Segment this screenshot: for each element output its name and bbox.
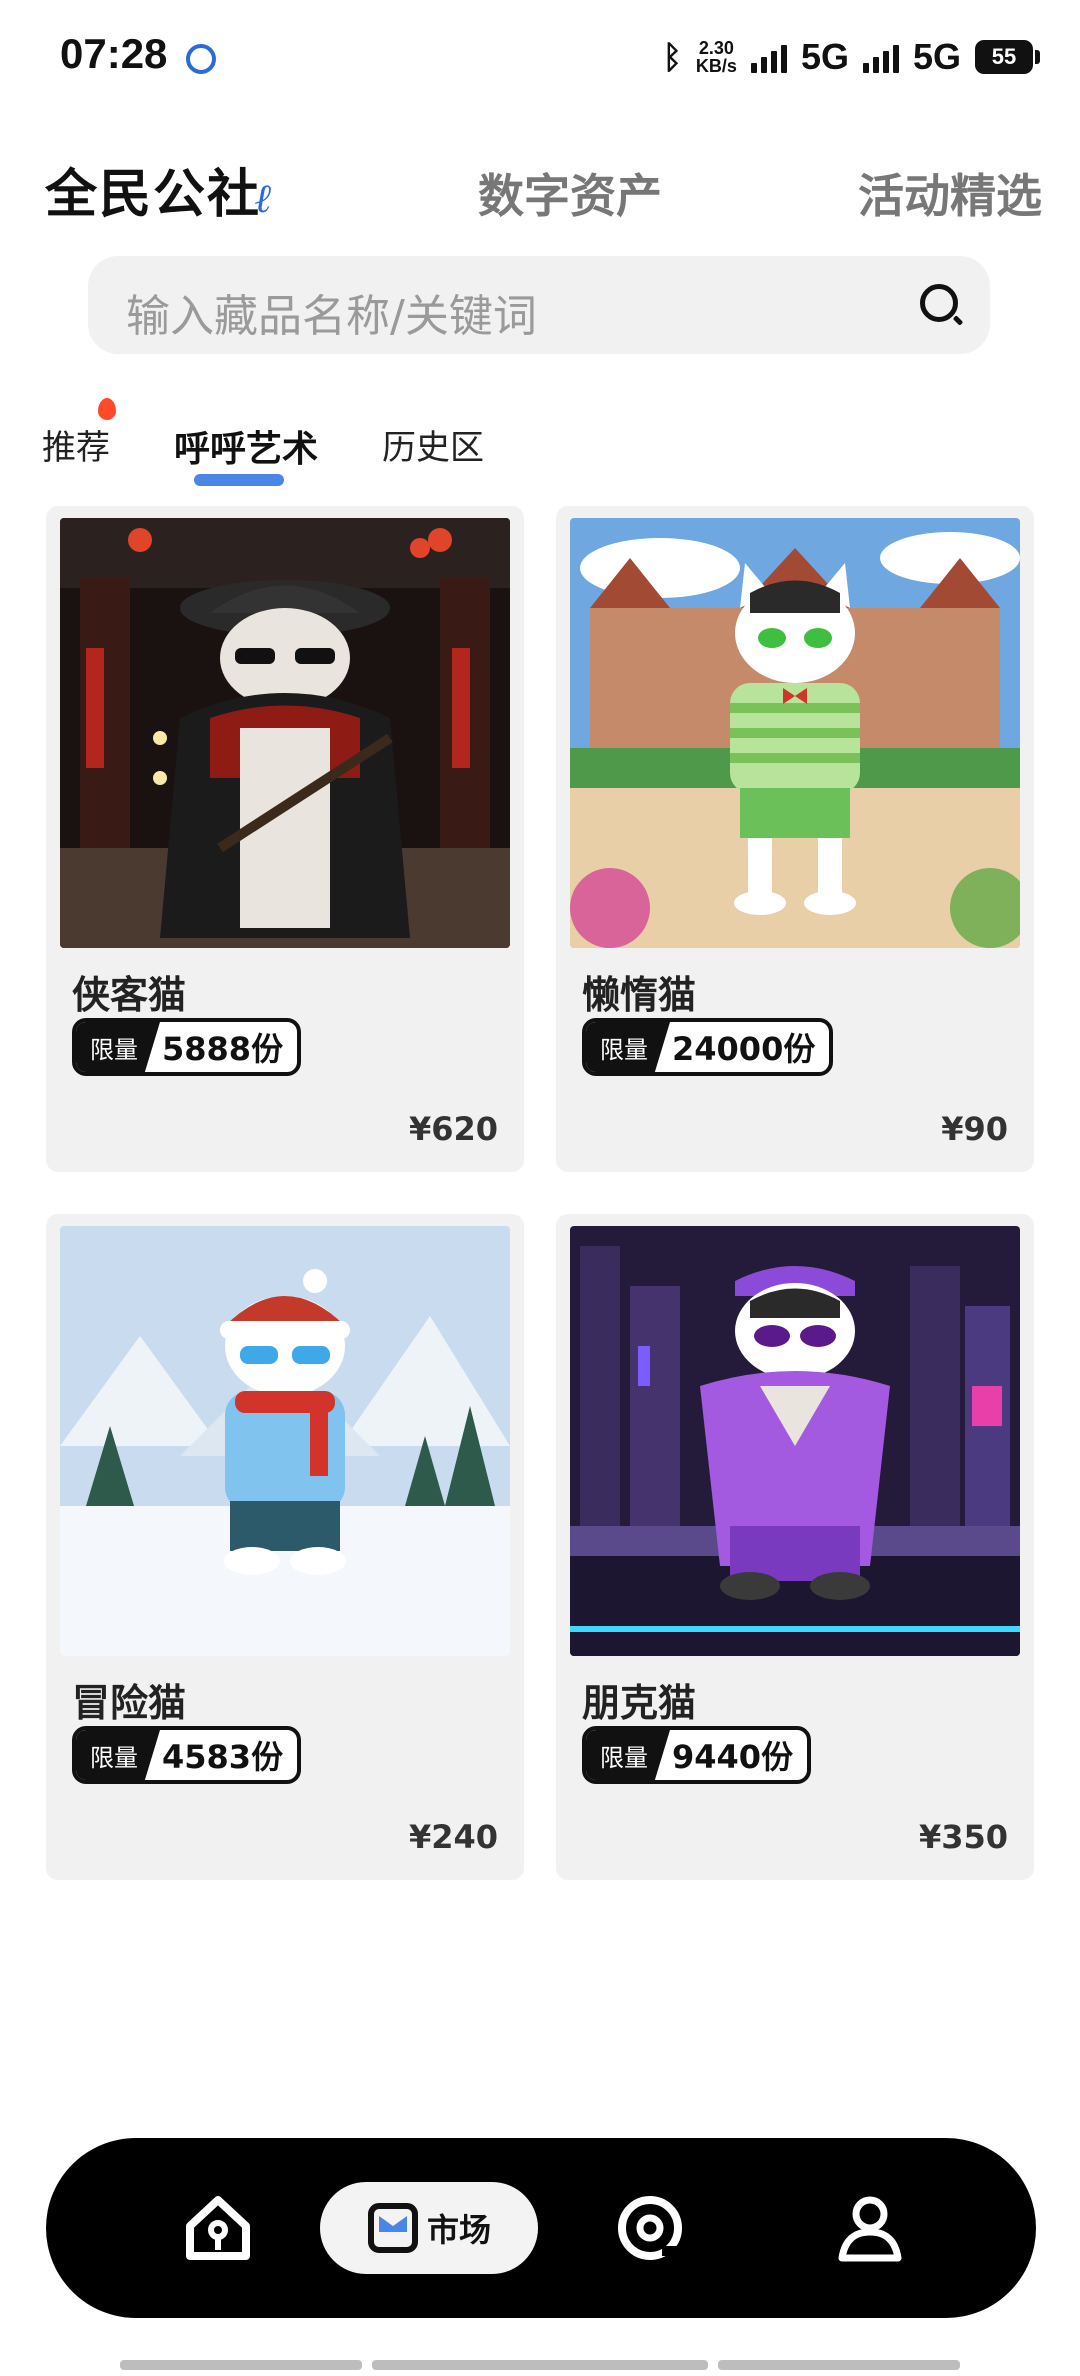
limited-quantity-badge: 限量 5888份	[72, 1018, 302, 1076]
network-type-1: 5G	[800, 36, 849, 77]
collectible-price: ¥90	[941, 1110, 1008, 1148]
limit-label: 限量	[76, 1022, 160, 1072]
signal-icon-1	[750, 41, 787, 73]
collectible-price: ¥620	[408, 1110, 498, 1148]
battery-icon: 55	[975, 40, 1040, 74]
market-icon	[367, 2203, 418, 2253]
nav-market-label: 市场	[426, 2211, 491, 2249]
home-icon[interactable]	[180, 2190, 256, 2266]
tab-digital-assets[interactable]: 数字资产	[478, 160, 662, 226]
collectible-card[interactable]: 冒险猫 限量 4583份 ¥240	[46, 1214, 524, 1880]
limit-quantity: 9440份	[672, 1738, 794, 1776]
limit-label: 限量	[586, 1022, 670, 1072]
subtab-huhu-art[interactable]: 呼呼艺术	[174, 420, 318, 472]
signal-icon-2	[862, 41, 899, 73]
collectible-image[interactable]	[60, 518, 510, 948]
battery-level: 55	[975, 40, 1033, 74]
hot-flame-icon	[98, 398, 116, 420]
subtab-recommended[interactable]: 推荐	[42, 398, 116, 469]
logo-swoosh-icon: ℓ	[255, 175, 275, 222]
status-bar: 07:28 ᛒ 2.30 KB/s 5G 5G 55	[0, 0, 1080, 120]
limited-quantity-badge: 限量 9440份	[582, 1726, 812, 1784]
app-logo[interactable]: 全民公社ℓ	[45, 152, 274, 227]
bottom-nav: 市场	[46, 2138, 1036, 2318]
limit-label: 限量	[76, 1730, 160, 1780]
search-input[interactable]: 输入藏品名称/关键词	[126, 280, 537, 344]
collectible-name: 冒险猫	[72, 1681, 187, 1725]
collectible-card[interactable]: 懒惰猫 限量 24000份 ¥90	[556, 506, 1034, 1172]
limit-quantity: 5888份	[162, 1030, 284, 1068]
search-icon[interactable]	[920, 284, 958, 322]
discover-icon[interactable]	[612, 2190, 688, 2266]
system-gesture-bar	[718, 2360, 960, 2370]
collectible-name: 侠客猫	[72, 973, 187, 1017]
subtab-history[interactable]: 历史区	[382, 420, 484, 469]
collectible-name: 懒惰猫	[582, 973, 697, 1017]
system-gesture-bar	[372, 2360, 708, 2370]
tab-featured-events[interactable]: 活动精选	[858, 160, 1042, 226]
app-notification-icon	[186, 44, 216, 74]
limit-quantity: 4583份	[162, 1738, 284, 1776]
active-tab-indicator	[194, 474, 284, 486]
collectible-image[interactable]	[60, 1226, 510, 1656]
collectible-card[interactable]: 朋克猫 限量 9440份 ¥350	[556, 1214, 1034, 1880]
collectible-image[interactable]	[570, 518, 1020, 948]
nav-market-button[interactable]: 市场	[320, 2182, 538, 2274]
collectible-name: 朋克猫	[582, 1681, 697, 1725]
limited-quantity-badge: 限量 24000份	[582, 1018, 834, 1076]
network-type-2: 5G	[912, 36, 961, 77]
network-speed: 2.30 KB/s	[695, 38, 737, 76]
collectible-price: ¥350	[918, 1818, 1008, 1856]
limit-label: 限量	[586, 1730, 670, 1780]
system-gesture-bar	[120, 2360, 362, 2370]
status-time: 07:28	[60, 30, 168, 77]
search-bar[interactable]: 输入藏品名称/关键词	[88, 256, 990, 354]
bluetooth-icon: ᛒ	[662, 38, 682, 75]
collectible-image[interactable]	[570, 1226, 1020, 1656]
limited-quantity-badge: 限量 4583份	[72, 1726, 302, 1784]
limit-quantity: 24000份	[672, 1030, 816, 1068]
collectible-price: ¥240	[408, 1818, 498, 1856]
collectible-card[interactable]: 侠客猫 限量 5888份 ¥620	[46, 506, 524, 1172]
profile-icon[interactable]	[832, 2190, 908, 2266]
